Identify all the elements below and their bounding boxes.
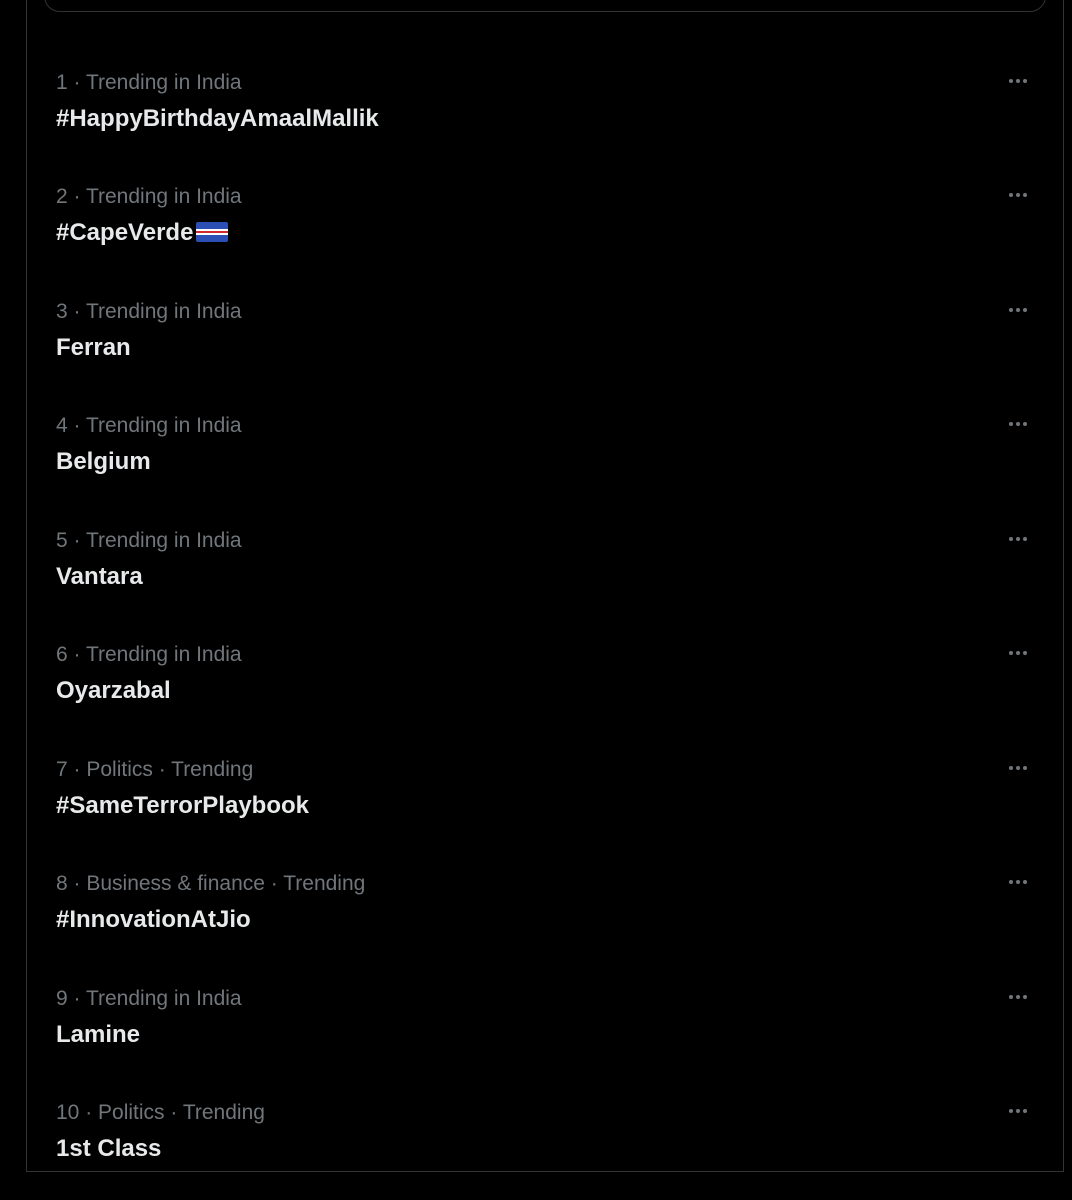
more-icon[interactable] (998, 524, 1038, 554)
trend-meta: 9 · Trending in India (56, 987, 242, 1010)
trend-item[interactable]: 5 · Trending in India Vantara (40, 528, 1050, 640)
trend-name: Oyarzabal (56, 677, 171, 704)
trend-item[interactable]: 9 · Trending in India Lamine (40, 986, 1050, 1098)
more-icon[interactable] (998, 982, 1038, 1012)
header-banner-image (44, 0, 1046, 12)
trend-name: #InnovationAtJio (56, 906, 251, 933)
trend-item[interactable]: 8 · Business & finance · Trending #Innov… (40, 871, 1050, 983)
trend-item[interactable]: 7 · Politics · Trending #SameTerrorPlayb… (40, 757, 1050, 869)
more-icon[interactable] (998, 295, 1038, 325)
more-icon[interactable] (998, 1096, 1038, 1126)
trend-item[interactable]: 1 · Trending in India #HappyBirthdayAmaa… (40, 70, 1050, 182)
trend-item[interactable]: 10 · Politics · Trending 1st Class (40, 1100, 1050, 1200)
cape-verde-flag-icon (196, 222, 229, 242)
trend-name: #SameTerrorPlaybook (56, 792, 309, 819)
trends-page: 1 · Trending in India #HappyBirthdayAmaa… (0, 0, 1072, 1200)
trend-name: #HappyBirthdayAmaalMallik (56, 105, 379, 132)
trend-name: Lamine (56, 1021, 141, 1048)
trend-name-with-flag: #CapeVerde (56, 218, 229, 248)
trend-meta: 6 · Trending in India (56, 643, 242, 666)
trend-meta: 8 · Business & finance · Trending (56, 872, 366, 895)
trend-name: 1st Class (56, 1135, 162, 1162)
trend-item[interactable]: 6 · Trending in India Oyarzabal (40, 642, 1050, 754)
trend-item[interactable]: 3 · Trending in India Ferran (40, 299, 1050, 411)
trend-name: #CapeVerde (56, 219, 194, 246)
trend-name: Belgium (56, 448, 151, 475)
trend-meta: 1 · Trending in India (56, 71, 242, 94)
trend-meta: 5 · Trending in India (56, 529, 242, 552)
trend-meta: 3 · Trending in India (56, 300, 242, 323)
trend-name: Vantara (56, 563, 143, 590)
trend-meta: 2 · Trending in India (56, 185, 242, 208)
more-icon[interactable] (998, 66, 1038, 96)
trend-item[interactable]: 4 · Trending in India Belgium (40, 413, 1050, 525)
trend-name: Ferran (56, 334, 131, 361)
trend-item[interactable]: 2 · Trending in India #CapeVerde (40, 184, 1050, 296)
trend-meta: 4 · Trending in India (56, 414, 242, 437)
more-icon[interactable] (998, 409, 1038, 439)
more-icon[interactable] (998, 638, 1038, 668)
more-icon[interactable] (998, 867, 1038, 897)
trend-meta: 10 · Politics · Trending (56, 1101, 265, 1124)
trend-meta: 7 · Politics · Trending (56, 758, 254, 781)
more-icon[interactable] (998, 753, 1038, 783)
more-icon[interactable] (998, 180, 1038, 210)
